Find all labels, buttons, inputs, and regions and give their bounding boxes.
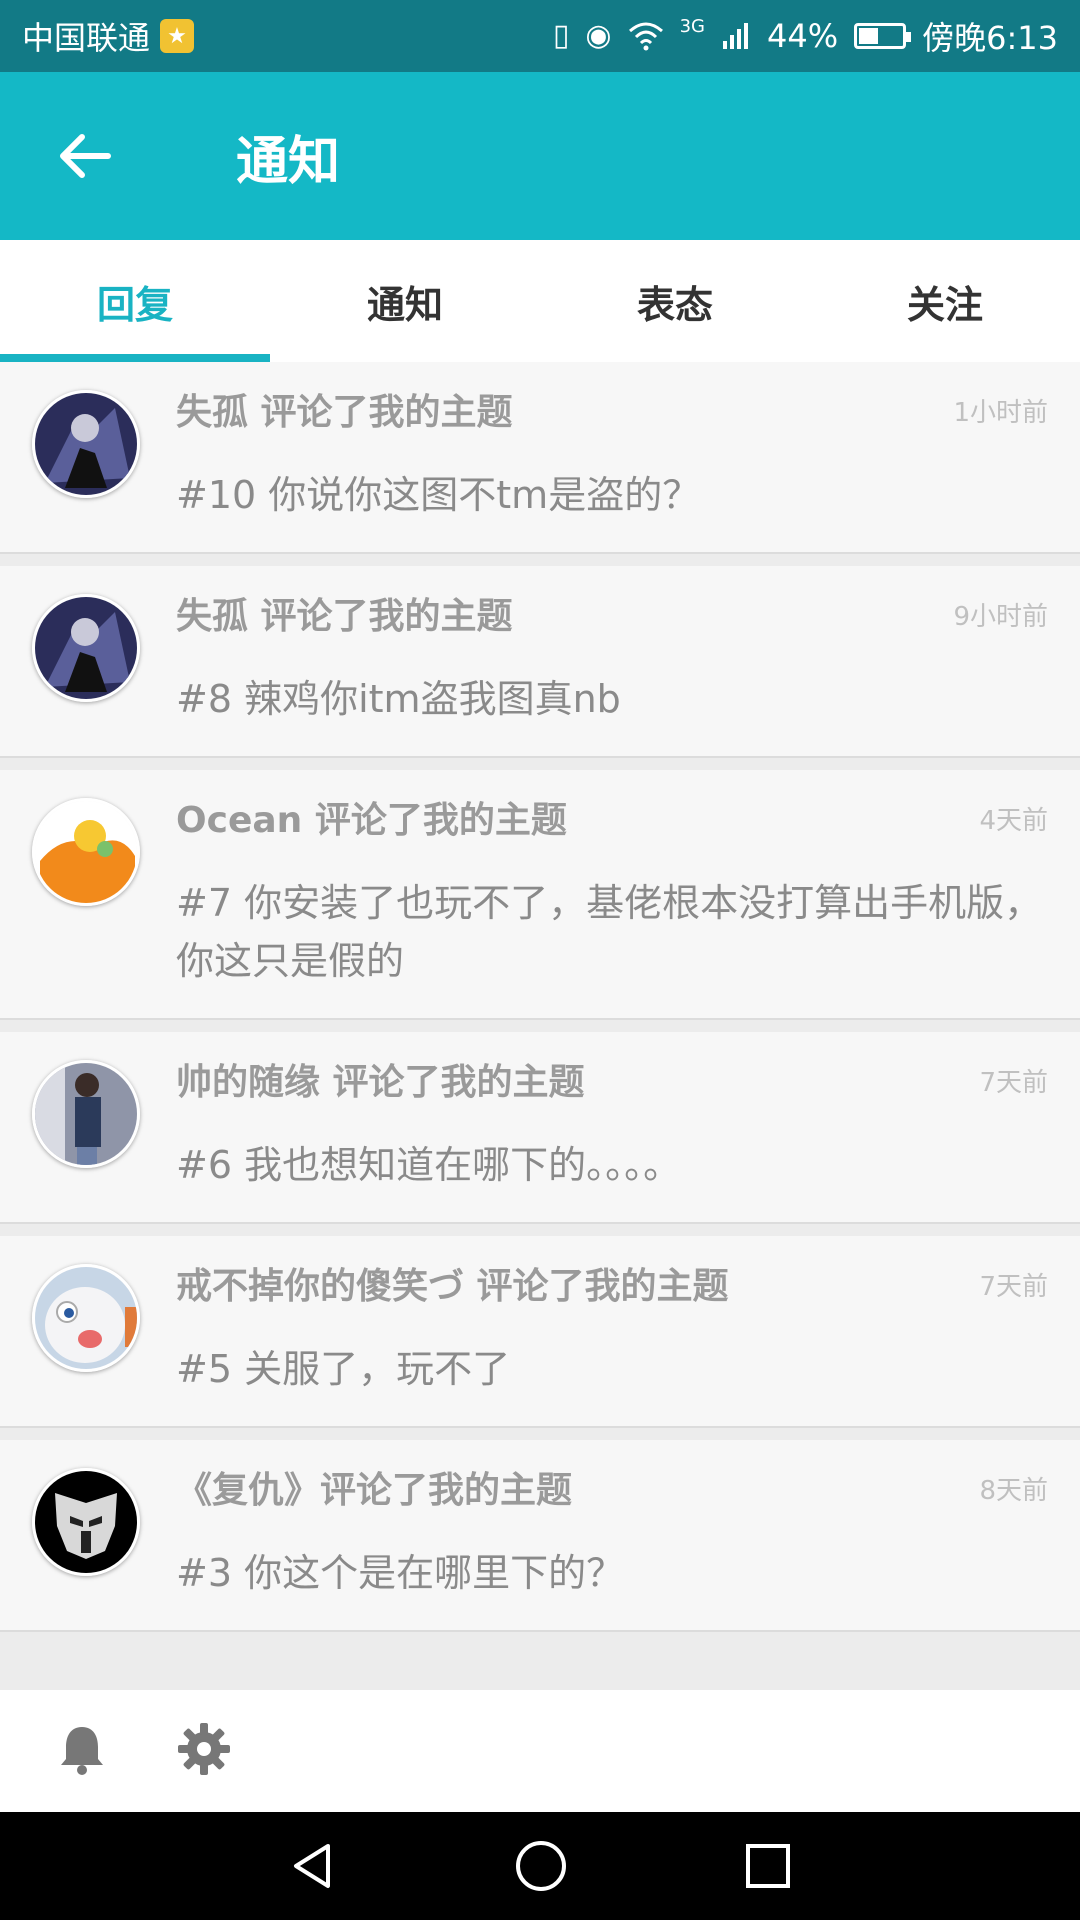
notification-time: 8天前 [979, 1476, 1048, 1506]
notification-body: #7 你安装了也玩不了，基佬根本没打算出手机版，你这只是假的 [176, 881, 1043, 983]
avatar-dark-figure [35, 597, 137, 699]
notification-body: #6 我也想知道在哪下的。。。。 [176, 1143, 682, 1187]
notification-body: #5 关服了，玩不了 [176, 1347, 511, 1391]
notification-title: 失孤 评论了我的主题 [176, 392, 513, 433]
clock: 傍晚6:13 [922, 19, 1058, 57]
gear-icon [178, 1723, 230, 1775]
notification-item[interactable]: 戒不掉你的傻笑づ 评论了我的主题 7天前 #5 关服了，玩不了 [0, 1236, 1080, 1428]
avatar-dark-figure [35, 393, 137, 495]
recents-square-icon[interactable] [744, 1842, 792, 1890]
notification-title: 《复仇》评论了我的主题 [176, 1470, 573, 1511]
settings-button[interactable] [176, 1721, 232, 1781]
notification-title: 戒不掉你的傻笑づ 评论了我的主题 [176, 1266, 729, 1307]
avatar[interactable] [32, 1468, 140, 1576]
notification-title: 帅的随缘 评论了我的主题 [176, 1062, 585, 1103]
avatar[interactable] [32, 798, 140, 906]
back-button[interactable] [58, 111, 148, 201]
bell-button[interactable] [58, 1723, 106, 1779]
tab-replies[interactable]: 回复 [0, 240, 270, 362]
notification-item[interactable]: 帅的随缘 评论了我的主题 7天前 #6 我也想知道在哪下的。。。。 [0, 1032, 1080, 1224]
back-triangle-icon[interactable] [288, 1841, 338, 1891]
notification-body: #8 辣鸡你itm盗我图真nb [176, 677, 621, 721]
battery-icon [854, 23, 912, 49]
notification-time: 4天前 [979, 806, 1048, 836]
notification-item[interactable]: 失孤 评论了我的主题 9小时前 #8 辣鸡你itm盗我图真nb [0, 566, 1080, 758]
notification-item[interactable]: 《复仇》评论了我的主题 8天前 #3 你这个是在哪里下的？ [0, 1440, 1080, 1632]
avatar-photo-person [35, 1063, 137, 1165]
bell-icon [61, 1727, 103, 1775]
app-bar: 通知 [0, 72, 1080, 240]
tab-notifications[interactable]: 通知 [270, 240, 540, 362]
notification-item[interactable]: 失孤 评论了我的主题 1小时前 #10 你说你这图不tm是盗的？ [0, 362, 1080, 554]
tab-follows[interactable]: 关注 [810, 240, 1080, 362]
avatar-orange-character [35, 801, 137, 903]
eye-icon: ◉ [585, 18, 612, 53]
notification-time: 7天前 [979, 1068, 1048, 1098]
carrier-label: 中国联通 [22, 19, 151, 57]
vibrate-icon: ▯ [552, 18, 570, 53]
notification-body: #10 你说你这图不tm是盗的？ [176, 473, 701, 517]
page-title: 通知 [236, 131, 341, 192]
battery-percent: 44% [767, 17, 839, 55]
notification-title: 失孤 评论了我的主题 [176, 596, 513, 637]
network-type-label: 3G [679, 15, 705, 37]
avatar-white-rabbit [35, 1267, 137, 1369]
notification-title: Ocean 评论了我的主题 [176, 800, 567, 841]
notification-list: 失孤 评论了我的主题 1小时前 #10 你说你这图不tm是盗的？ 失孤 评论了我… [0, 362, 1080, 1644]
notification-time: 1小时前 [953, 398, 1048, 428]
tab-reactions[interactable]: 表态 [540, 240, 810, 362]
avatar[interactable] [32, 1060, 140, 1168]
notification-time: 9小时前 [953, 602, 1048, 632]
avatar[interactable] [32, 390, 140, 498]
avatar[interactable] [32, 594, 140, 702]
back-arrow-icon [60, 134, 111, 178]
tab-bar: 回复 通知 表态 关注 [0, 240, 1080, 362]
notification-time: 7天前 [979, 1272, 1048, 1302]
status-bar: 中国联通 ★ ▯ ◉ 3G 44% 傍晚6:13 [0, 0, 1080, 72]
notification-item[interactable]: Ocean 评论了我的主题 4天前 #7 你安装了也玩不了，基佬根本没打算出手机… [0, 770, 1080, 1020]
avatar[interactable] [32, 1264, 140, 1372]
carrier-star-icon: ★ [160, 19, 195, 53]
signal-icon [723, 23, 748, 49]
notification-body: #3 你这个是在哪里下的？ [176, 1551, 625, 1595]
system-nav-bar [0, 1812, 1080, 1920]
home-circle-icon[interactable] [514, 1839, 568, 1893]
bottom-bar [0, 1690, 1080, 1812]
wifi-icon [628, 22, 663, 51]
avatar-autobot-logo [35, 1471, 137, 1573]
